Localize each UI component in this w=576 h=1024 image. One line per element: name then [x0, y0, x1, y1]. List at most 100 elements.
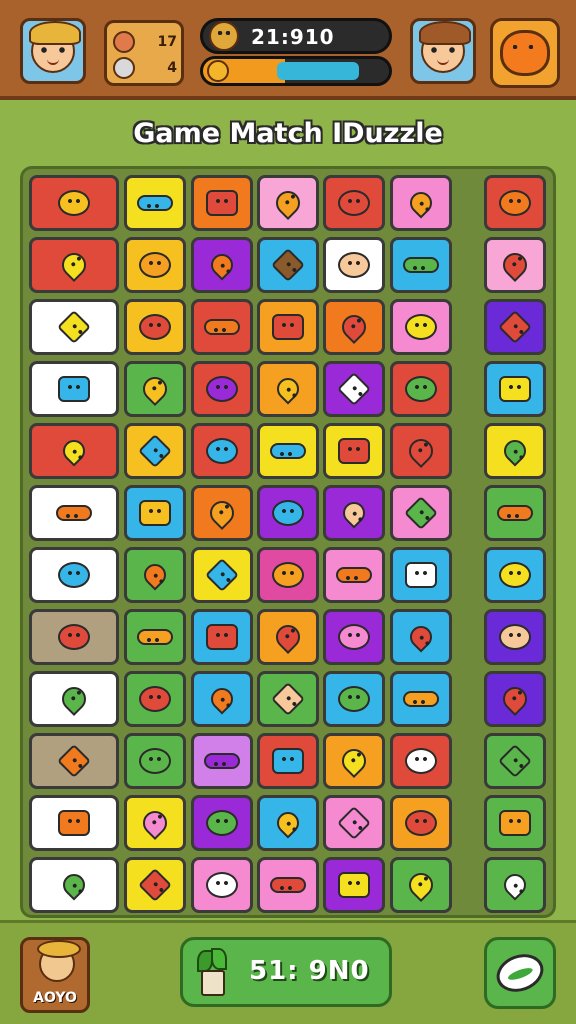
- board-tile[interactable]: [257, 857, 319, 913]
- board-tile[interactable]: [484, 733, 546, 789]
- board-tile[interactable]: [323, 795, 385, 851]
- board-tile[interactable]: [323, 361, 385, 417]
- board-tile[interactable]: [257, 733, 319, 789]
- board-tile[interactable]: [124, 423, 186, 479]
- board-tile[interactable]: [390, 361, 452, 417]
- board-tile[interactable]: [191, 485, 253, 541]
- board-tile[interactable]: [484, 175, 546, 231]
- top-bar: 17 4 21:910: [0, 0, 576, 100]
- board-tile[interactable]: [29, 485, 119, 541]
- board-tile[interactable]: [191, 609, 253, 665]
- balloon-icon: [270, 877, 306, 893]
- menu-button[interactable]: [490, 18, 560, 88]
- board-tile[interactable]: [390, 175, 452, 231]
- board-tile[interactable]: [390, 671, 452, 727]
- board-tile[interactable]: [191, 175, 253, 231]
- board-tile[interactable]: [124, 237, 186, 293]
- action-button[interactable]: [484, 937, 556, 1009]
- board-tile[interactable]: [257, 609, 319, 665]
- board-tile[interactable]: [323, 299, 385, 355]
- player-avatar[interactable]: [20, 18, 86, 84]
- board-tile[interactable]: [191, 733, 253, 789]
- board-tile[interactable]: [191, 361, 253, 417]
- board-tile[interactable]: [323, 175, 385, 231]
- board-tile[interactable]: [257, 485, 319, 541]
- board-tile[interactable]: [29, 795, 119, 851]
- lollipop-icon: [498, 248, 532, 282]
- board-tile[interactable]: [29, 361, 119, 417]
- board-tile[interactable]: [323, 547, 385, 603]
- board-tile[interactable]: [191, 237, 253, 293]
- board-tile[interactable]: [29, 237, 119, 293]
- board-tile[interactable]: [257, 361, 319, 417]
- board-tile[interactable]: [484, 671, 546, 727]
- board-tile[interactable]: [29, 733, 119, 789]
- board-tile[interactable]: [484, 857, 546, 913]
- board-tile[interactable]: [484, 237, 546, 293]
- board-tile[interactable]: [124, 485, 186, 541]
- board-tile[interactable]: [124, 175, 186, 231]
- game-board: [20, 166, 556, 918]
- board-tile[interactable]: [29, 609, 119, 665]
- board-tile[interactable]: [323, 237, 385, 293]
- board-tile[interactable]: [29, 299, 119, 355]
- resource-panel[interactable]: 17 4: [104, 20, 184, 86]
- board-tile[interactable]: [390, 485, 452, 541]
- board-tile[interactable]: [323, 671, 385, 727]
- board-tile[interactable]: [29, 857, 119, 913]
- board-tile[interactable]: [257, 237, 319, 293]
- drop-icon: [139, 252, 171, 278]
- board-tile[interactable]: [484, 423, 546, 479]
- board-tile[interactable]: [484, 485, 546, 541]
- board-tile[interactable]: [124, 299, 186, 355]
- board-tile[interactable]: [257, 175, 319, 231]
- board-tile[interactable]: [323, 609, 385, 665]
- board-tile[interactable]: [191, 857, 253, 913]
- board-tile[interactable]: [257, 423, 319, 479]
- board-tile[interactable]: [257, 547, 319, 603]
- board-tile[interactable]: [484, 609, 546, 665]
- board-tile[interactable]: [323, 857, 385, 913]
- board-tile[interactable]: [191, 547, 253, 603]
- board-tile[interactable]: [390, 609, 452, 665]
- board-tile[interactable]: [390, 547, 452, 603]
- board-tile[interactable]: [124, 733, 186, 789]
- board-tile[interactable]: [124, 361, 186, 417]
- board-tile[interactable]: [124, 857, 186, 913]
- board-tile[interactable]: [484, 299, 546, 355]
- board-tile[interactable]: [390, 795, 452, 851]
- board-tile[interactable]: [124, 547, 186, 603]
- board-tile[interactable]: [29, 423, 119, 479]
- board-tile[interactable]: [29, 175, 119, 231]
- tree-icon: [499, 810, 531, 836]
- board-tile[interactable]: [191, 299, 253, 355]
- hat-icon: [206, 190, 238, 216]
- board-tile[interactable]: [124, 795, 186, 851]
- board-tile[interactable]: [257, 671, 319, 727]
- board-tile[interactable]: [29, 671, 119, 727]
- board-tile[interactable]: [390, 857, 452, 913]
- gear-icon: [138, 434, 172, 468]
- player-badge[interactable]: AOYO: [20, 937, 90, 1013]
- board-tile[interactable]: [390, 299, 452, 355]
- board-tile[interactable]: [191, 671, 253, 727]
- board-tile[interactable]: [484, 361, 546, 417]
- board-tile[interactable]: [191, 795, 253, 851]
- speech-icon: [405, 621, 437, 653]
- board-tile[interactable]: [124, 671, 186, 727]
- board-tile[interactable]: [390, 423, 452, 479]
- bottom-score-panel: 51: 9N0: [180, 937, 392, 1007]
- board-tile[interactable]: [390, 237, 452, 293]
- board-tile[interactable]: [29, 547, 119, 603]
- board-tile[interactable]: [257, 299, 319, 355]
- board-tile[interactable]: [323, 733, 385, 789]
- board-tile[interactable]: [484, 795, 546, 851]
- board-tile[interactable]: [323, 485, 385, 541]
- board-tile[interactable]: [390, 733, 452, 789]
- board-tile[interactable]: [257, 795, 319, 851]
- opponent-avatar[interactable]: [410, 18, 476, 84]
- board-tile[interactable]: [191, 423, 253, 479]
- board-tile[interactable]: [124, 609, 186, 665]
- board-tile[interactable]: [323, 423, 385, 479]
- board-tile[interactable]: [484, 547, 546, 603]
